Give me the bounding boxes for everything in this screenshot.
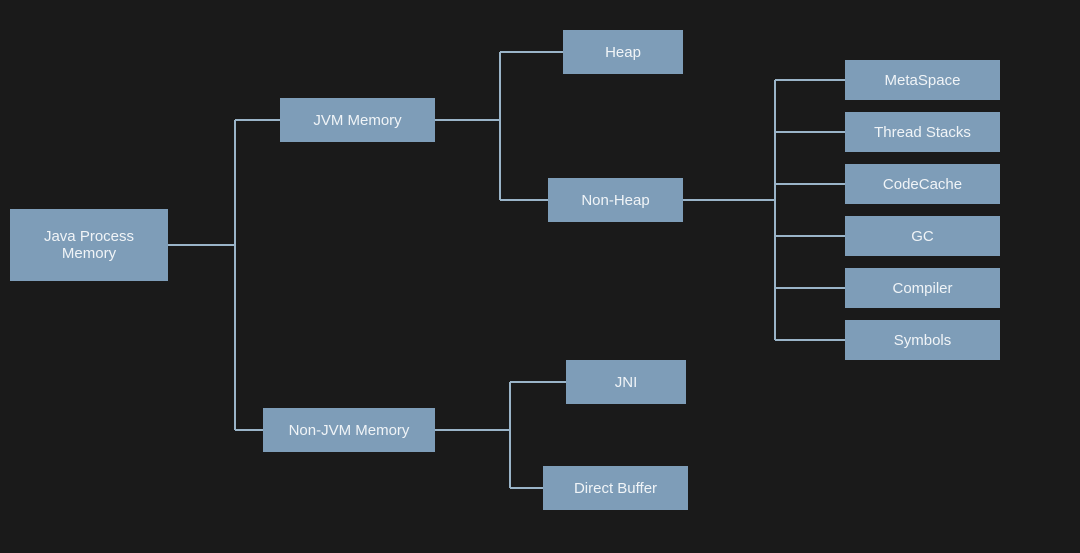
- code-cache-node: CodeCache: [845, 164, 1000, 204]
- metaspace-label: MetaSpace: [885, 72, 961, 89]
- java-process-memory-node: Java Process Memory: [10, 209, 168, 281]
- symbols-label: Symbols: [894, 332, 952, 349]
- compiler-node: Compiler: [845, 268, 1000, 308]
- jvm-memory-label: JVM Memory: [313, 112, 401, 129]
- diagram: Java Process Memory JVM Memory Non-JVM M…: [0, 0, 1080, 553]
- gc-label: GC: [911, 228, 934, 245]
- heap-label: Heap: [605, 44, 641, 61]
- jvm-memory-node: JVM Memory: [280, 98, 435, 142]
- thread-stacks-label: Thread Stacks: [874, 124, 971, 141]
- non-heap-label: Non-Heap: [581, 192, 649, 209]
- non-jvm-memory-label: Non-JVM Memory: [289, 422, 410, 439]
- code-cache-label: CodeCache: [883, 176, 962, 193]
- thread-stacks-node: Thread Stacks: [845, 112, 1000, 152]
- non-jvm-memory-node: Non-JVM Memory: [263, 408, 435, 452]
- java-process-memory-label: Java Process Memory: [20, 228, 158, 262]
- symbols-node: Symbols: [845, 320, 1000, 360]
- direct-buffer-label: Direct Buffer: [574, 480, 657, 497]
- gc-node: GC: [845, 216, 1000, 256]
- heap-node: Heap: [563, 30, 683, 74]
- jni-label: JNI: [615, 374, 638, 391]
- jni-node: JNI: [566, 360, 686, 404]
- direct-buffer-node: Direct Buffer: [543, 466, 688, 510]
- metaspace-node: MetaSpace: [845, 60, 1000, 100]
- non-heap-node: Non-Heap: [548, 178, 683, 222]
- compiler-label: Compiler: [892, 280, 952, 297]
